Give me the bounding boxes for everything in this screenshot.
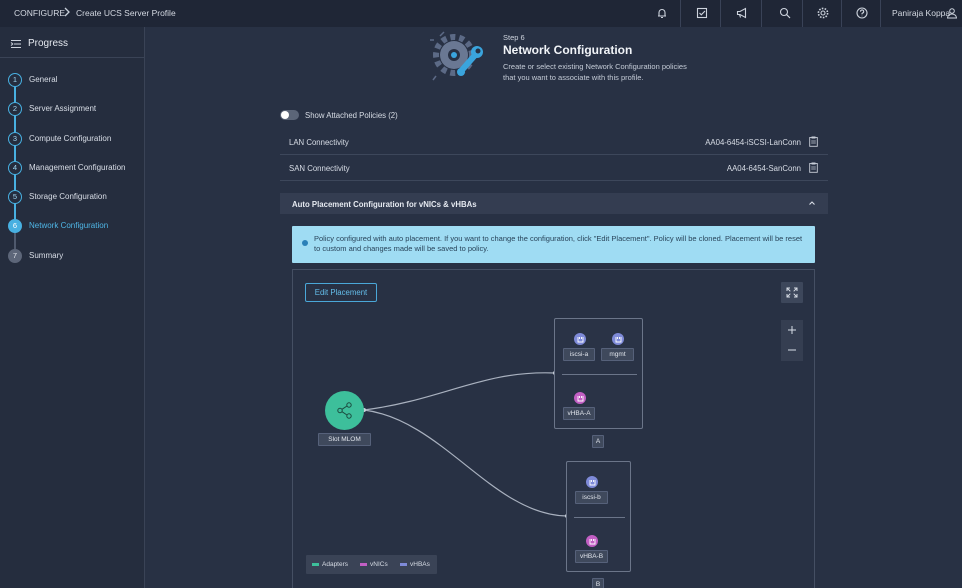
info-banner: Policy configured with auto placement. I… (292, 226, 815, 263)
adapter-b-label: B (592, 578, 604, 588)
vnic-icon (586, 476, 598, 488)
step-number: 4 (8, 161, 22, 175)
gear-icon[interactable] (816, 6, 830, 20)
policy-details-icon[interactable] (809, 136, 818, 147)
progress-title: Progress (28, 38, 69, 49)
step-network-configuration[interactable]: 6 Network Configuration (8, 219, 143, 233)
slot-mlom-label: Slot MLOM (318, 433, 371, 446)
collapse-menu-icon[interactable] (10, 39, 22, 49)
step-number: 3 (8, 132, 22, 146)
san-connectivity-row: SAN Connectivity AA04-6454-SanConn (280, 156, 828, 181)
megaphone-icon[interactable] (735, 6, 749, 20)
show-attached-policies-label: Show Attached Policies (2) (305, 111, 398, 120)
vhba-a[interactable]: vHBA-A (563, 407, 595, 420)
help-icon[interactable] (855, 6, 869, 20)
step-general[interactable]: 1 General (8, 73, 143, 87)
vhba-icon (586, 535, 598, 547)
legend-item: vHBAs (410, 561, 430, 568)
step-number: 6 (8, 219, 22, 233)
page-description: Create or select existing Network Config… (503, 62, 687, 82)
accordion-title: Auto Placement Configuration for vNICs &… (292, 200, 477, 209)
step-server-assignment[interactable]: 2 Server Assignment (8, 102, 143, 116)
adapter-a[interactable]: iscsi-a mgmt vHBA-A (554, 318, 643, 429)
step-label: Server Assignment (29, 104, 97, 113)
step-number: 5 (8, 190, 22, 204)
step-summary[interactable]: 7 Summary (8, 249, 143, 263)
policy-value[interactable]: AA04-6454-SanConn (727, 164, 801, 173)
progress-sidebar: Progress 1 General 2 Server Assignment 3… (0, 27, 145, 588)
policy-label: LAN Connectivity (289, 138, 349, 147)
step-label: General (29, 75, 58, 84)
page-title: Network Configuration (503, 43, 633, 57)
top-bar: CONFIGURE Create UCS Server Profile Pani… (0, 0, 962, 27)
vhba-icon (574, 392, 586, 404)
network-config-gear-icon (430, 31, 483, 81)
adapter-a-label: A (592, 435, 604, 448)
breadcrumb-current: Create UCS Server Profile (76, 8, 176, 18)
step-management-configuration[interactable]: 4 Management Configuration (8, 161, 143, 175)
chevron-right-icon (64, 7, 70, 17)
user-name[interactable]: Paniraja Koppa (892, 8, 950, 18)
auto-placement-accordion[interactable]: Auto Placement Configuration for vNICs &… (280, 193, 828, 214)
vnic-icon (574, 333, 586, 345)
share-icon (337, 402, 352, 419)
step-compute-configuration[interactable]: 3 Compute Configuration (8, 132, 143, 146)
legend-adapters-swatch (312, 563, 319, 566)
placement-canvas[interactable]: Edit Placement Slot MLOM iscsi-a mgmt vH… (292, 269, 815, 588)
step-storage-configuration[interactable]: 5 Storage Configuration (8, 190, 143, 204)
slot-mlom-node[interactable] (325, 391, 364, 430)
step-label: Summary (29, 251, 64, 260)
checklist-icon[interactable] (695, 6, 709, 20)
info-icon (302, 240, 308, 246)
step-number-label: Step 6 (503, 33, 525, 42)
legend-item: Adapters (322, 561, 349, 568)
vnic-iscsi-a[interactable]: iscsi-a (563, 348, 595, 361)
legend-vnics-swatch (360, 563, 367, 566)
adapter-b[interactable]: iscsi-b vHBA-B (566, 461, 631, 572)
step-number: 7 (8, 249, 22, 263)
step-number: 1 (8, 73, 22, 87)
policy-details-icon[interactable] (809, 162, 818, 173)
vnic-mgmt[interactable]: mgmt (601, 348, 634, 361)
policy-value[interactable]: AA04-6454-iSCSI-LanConn (705, 138, 801, 147)
vhba-b[interactable]: vHBA-B (575, 550, 608, 563)
user-icon[interactable] (946, 7, 958, 19)
legend-item: vNICs (370, 561, 388, 568)
show-attached-policies-toggle[interactable] (280, 110, 299, 120)
lan-connectivity-row: LAN Connectivity AA04-6454-iSCSI-LanConn (280, 130, 828, 155)
step-label: Management Configuration (29, 163, 126, 172)
legend-vhbas-swatch (400, 563, 407, 566)
bell-icon[interactable] (655, 6, 669, 20)
vnic-iscsi-b[interactable]: iscsi-b (575, 491, 608, 504)
vnic-icon (612, 333, 624, 345)
legend: Adapters vNICs vHBAs (306, 555, 437, 574)
step-number: 2 (8, 102, 22, 116)
step-label: Compute Configuration (29, 134, 112, 143)
step-label: Network Configuration (29, 221, 109, 230)
policy-label: SAN Connectivity (289, 164, 350, 173)
search-icon[interactable] (778, 6, 792, 20)
step-label: Storage Configuration (29, 192, 107, 201)
breadcrumb-root[interactable]: CONFIGURE (14, 8, 65, 18)
chevron-up-icon[interactable] (808, 200, 816, 206)
info-text: Policy configured with auto placement. I… (314, 234, 803, 253)
